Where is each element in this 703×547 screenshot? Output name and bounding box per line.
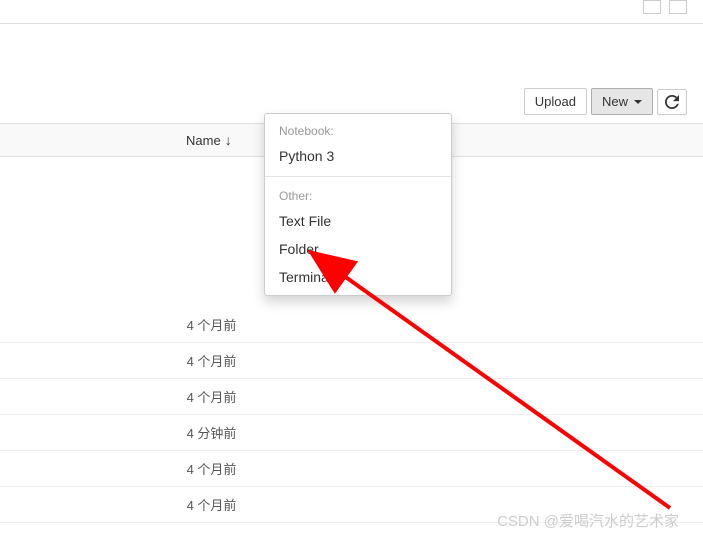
new-button-label: New [602,94,628,109]
top-button-1[interactable] [643,0,661,14]
top-button-2[interactable] [669,0,687,14]
modified-time: 4 分钟前 [187,423,237,442]
sort-down-icon: ↓ [225,132,232,148]
list-item[interactable]: 4 个月前 [0,343,703,379]
list-item[interactable]: 4 个月前 [0,451,703,487]
list-item[interactable]: 4 分钟前 [0,415,703,451]
new-dropdown-button[interactable]: New [591,88,653,115]
dropdown-item-textfile[interactable]: Text File [265,207,451,235]
dropdown-header-other: Other: [265,183,451,207]
new-dropdown-menu: Notebook: Python 3 Other: Text File Fold… [264,113,452,296]
list-item[interactable]: 4 个月前 [0,307,703,343]
watermark: CSDN @爱喝汽水的艺术家 [497,510,679,531]
caret-down-icon [634,100,642,104]
file-list: 4 个月前 4 个月前 4 个月前 4 分钟前 4 个月前 4 个月前 [0,307,703,523]
refresh-button[interactable] [657,89,687,115]
modified-time: 4 个月前 [187,315,237,334]
name-label: Name [186,133,221,148]
modified-time: 4 个月前 [187,459,237,478]
list-item[interactable]: 4 个月前 [0,379,703,415]
dropdown-item-folder[interactable]: Folder [265,235,451,263]
refresh-icon [665,95,679,109]
modified-time: 4 个月前 [187,387,237,406]
dropdown-item-terminal[interactable]: Terminal [265,263,451,291]
modified-time: 4 个月前 [187,495,237,514]
upload-button[interactable]: Upload [524,88,587,115]
name-column-header[interactable]: Name ↓ [186,132,232,148]
dropdown-header-notebook: Notebook: [265,118,451,142]
dropdown-divider [265,176,451,177]
modified-time: 4 个月前 [187,351,237,370]
dropdown-item-python3[interactable]: Python 3 [265,142,451,170]
top-bar [0,0,703,24]
